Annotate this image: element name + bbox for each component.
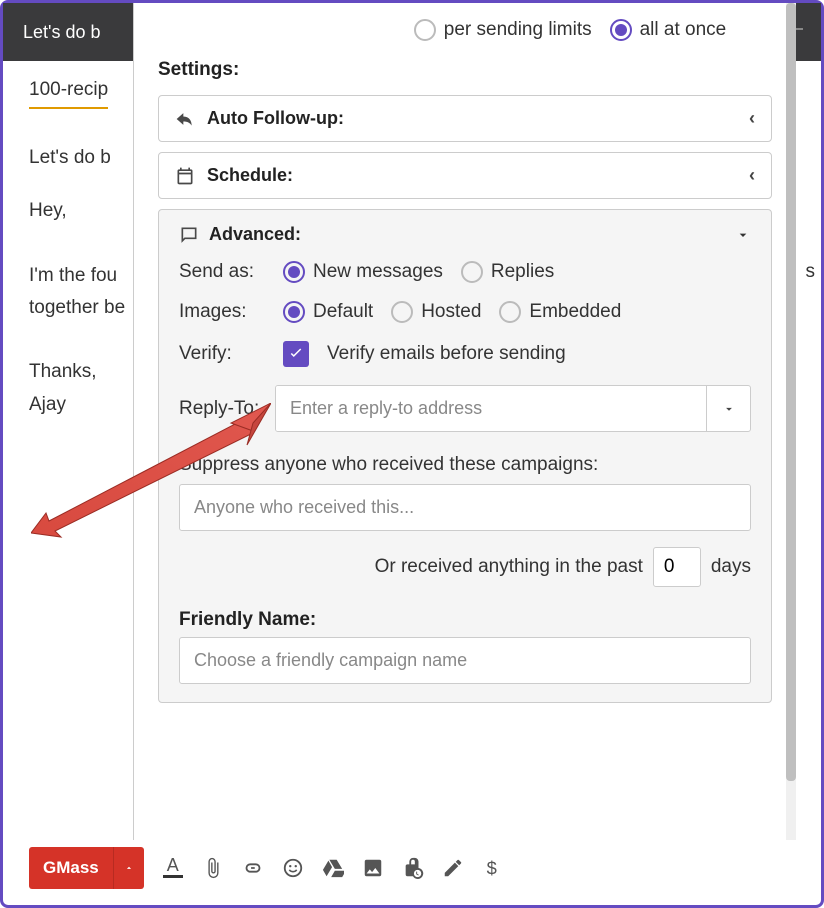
calendar-icon [175,166,195,186]
schedule-section[interactable]: Schedule: ‹ [158,152,772,199]
radio-unselected-icon [499,301,521,323]
reply-to-row: Reply-To: [179,385,751,432]
radio-unselected-icon [461,261,483,283]
gmass-dropdown[interactable] [113,847,144,889]
images-hosted-label: Hosted [421,301,481,323]
reply-to-input-wrap [275,385,751,432]
link-icon[interactable] [242,857,264,879]
advanced-header[interactable]: Advanced: [179,224,751,245]
settings-heading: Settings: [158,59,772,81]
settings-panel: per sending limits all at once Settings:… [133,3,796,840]
chevron-down-icon [735,227,751,243]
send-as-replies-label: Replies [491,261,554,283]
auto-followup-section[interactable]: Auto Follow-up: ‹ [158,95,772,142]
schedule-label: Schedule: [207,165,293,186]
panel-scrollbar[interactable] [786,3,796,840]
reply-to-label: Reply-To: [179,398,265,420]
image-icon[interactable] [362,857,384,879]
verify-label: Verify: [179,343,265,365]
reply-to-dropdown[interactable] [706,386,750,431]
compose-toolbar: GMass A $ [29,847,504,889]
advanced-section: Advanced: Send as: New messages Replies … [158,209,772,703]
per-sending-limits-label: per sending limits [444,19,592,41]
pen-icon[interactable] [442,857,464,879]
auto-followup-label: Auto Follow-up: [207,108,344,129]
images-label: Images: [179,301,265,323]
verify-description: Verify emails before sending [327,343,566,365]
send-as-replies-option[interactable]: Replies [461,261,554,283]
radio-selected-icon [283,261,305,283]
days-input[interactable] [653,547,701,587]
send-as-new-option[interactable]: New messages [283,261,443,283]
body-cutoff-text: s [806,261,816,283]
send-as-label: Send as: [179,261,265,283]
images-default-label: Default [313,301,373,323]
emoji-icon[interactable] [282,857,304,879]
radio-unselected-icon [414,19,436,41]
gmass-button-group: GMass [29,847,144,889]
chevron-down-icon [722,402,736,416]
images-default-option[interactable]: Default [283,301,373,323]
friendly-name-label: Friendly Name: [179,609,751,631]
sending-mode-row: per sending limits all at once [158,19,772,41]
radio-selected-icon [610,19,632,41]
triangle-up-icon [124,863,134,873]
days-row: Or received anything in the past days [179,547,751,587]
images-row: Images: Default Hosted Embedded [179,301,751,323]
chevron-left-icon: ‹ [749,108,755,129]
suppress-label: Suppress anyone who received these campa… [179,454,751,476]
per-sending-limits-option[interactable]: per sending limits [414,19,592,41]
font-format-icon[interactable]: A [162,858,184,878]
checkmark-icon [287,345,305,363]
images-embedded-option[interactable]: Embedded [499,301,621,323]
days-prefix: Or received anything in the past [375,556,643,578]
send-as-new-label: New messages [313,261,443,283]
comment-icon [179,225,199,245]
window-title: Let's do b [23,22,101,43]
all-at-once-label: all at once [640,19,727,41]
reply-arrow-icon [175,109,195,129]
days-suffix: days [711,556,751,578]
reply-to-input[interactable] [276,386,706,431]
images-embedded-label: Embedded [529,301,621,323]
images-hosted-option[interactable]: Hosted [391,301,481,323]
send-as-row: Send as: New messages Replies [179,261,751,283]
verify-row: Verify: Verify emails before sending [179,341,751,367]
recipients-field[interactable]: 100-recip [29,79,108,109]
suppress-input[interactable] [179,484,751,531]
friendly-name-input[interactable] [179,637,751,684]
lock-clock-icon[interactable] [402,857,424,879]
dollar-icon[interactable]: $ [482,857,504,879]
radio-selected-icon [283,301,305,323]
chevron-left-icon: ‹ [749,165,755,186]
subject-text: Let's do b [29,147,111,169]
scrollbar-thumb[interactable] [786,3,796,781]
radio-unselected-icon [391,301,413,323]
gmass-button[interactable]: GMass [29,847,113,889]
all-at-once-option[interactable]: all at once [610,19,727,41]
verify-checkbox[interactable] [283,341,309,367]
advanced-label: Advanced: [209,224,301,245]
svg-text:$: $ [486,857,496,878]
attachment-icon[interactable] [202,857,224,879]
drive-icon[interactable] [322,857,344,879]
